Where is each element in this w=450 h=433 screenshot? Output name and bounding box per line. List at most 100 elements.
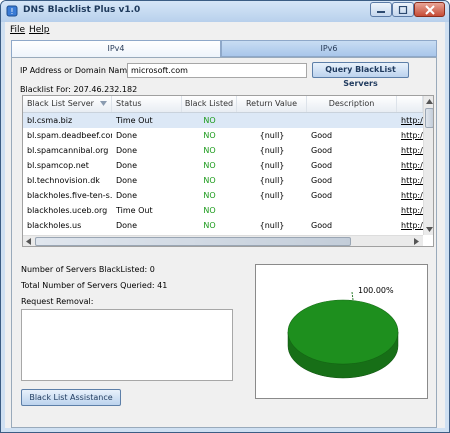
table-row[interactable]: bl.spam.deadbeef.com Done NO {null} Good http… [23, 128, 423, 143]
maximize-button[interactable] [392, 2, 414, 17]
table-row[interactable]: blackholes.us Done NO {null} Good http:// [23, 218, 423, 233]
query-blacklist-button[interactable]: Query BlackList Servers [312, 62, 409, 88]
cell-ret: {null} [259, 191, 285, 200]
servers-queried-count: Total Number of Servers Queried: 41 [21, 281, 168, 290]
blacklist-pie-chart: 100.00% [255, 264, 428, 399]
cell-status: Done [116, 191, 138, 200]
column-header-server[interactable]: Black List Server [23, 96, 112, 112]
cell-ret: {null} [259, 146, 285, 155]
cell-desc: Good [311, 221, 333, 230]
cell-desc: Good [311, 146, 333, 155]
cell-listed: NO [203, 221, 216, 230]
app-window: ! DNS Blacklist Plus v1.0 File Help IPv4… [0, 0, 450, 433]
vertical-scroll-thumb[interactable] [425, 108, 433, 128]
cell-ret: {null} [259, 221, 285, 230]
minimize-button[interactable] [370, 2, 392, 17]
horizontal-scroll-thumb[interactable] [35, 237, 351, 246]
table-row[interactable]: bl.csma.biz Time Out NO http:// [23, 113, 423, 128]
column-header-black-listed[interactable]: Black Listed [182, 96, 237, 112]
cell-desc: Good [311, 131, 333, 140]
cell-status: Time Out [116, 206, 153, 215]
cell-link[interactable]: http:// [397, 188, 423, 203]
scroll-left-icon[interactable] [26, 238, 31, 245]
cell-server: bl.spamcannibal.org [27, 146, 109, 155]
blacklist-for-label: Blacklist For: 207.46.232.182 [20, 85, 138, 94]
tab-ipv6[interactable]: IPv6 [221, 40, 437, 57]
cell-status: Time Out [116, 116, 153, 125]
pie-label-leader [351, 291, 354, 301]
cell-link[interactable]: http:// [397, 158, 423, 173]
cell-listed: NO [203, 161, 216, 170]
app-icon: ! [6, 5, 18, 17]
cell-link[interactable]: http:// [397, 113, 423, 128]
cell-desc: Good [311, 161, 333, 170]
pie-chart-svg: 100.00% [287, 286, 399, 379]
column-header-link[interactable] [397, 96, 423, 112]
cell-listed: NO [203, 116, 216, 125]
menu-bar: File Help [5, 22, 445, 38]
ip-label: IP Address or Domain Name : [20, 66, 138, 75]
servers-blacklisted-count: Number of Servers BlackListed: 0 [21, 265, 155, 274]
horizontal-scrollbar[interactable] [23, 235, 423, 246]
close-icon [424, 4, 435, 15]
cell-server: bl.spam.deadbeef.com [27, 131, 112, 140]
filter-icon [100, 101, 107, 106]
cell-desc [307, 203, 397, 218]
scroll-down-icon[interactable] [426, 227, 433, 232]
table-row[interactable]: bl.spamcop.net Done NO {null} Good http:// [23, 158, 423, 173]
column-header-description[interactable]: Description [307, 96, 397, 112]
cell-status: Done [116, 176, 138, 185]
cell-link[interactable]: http:// [397, 218, 423, 233]
minimize-icon [377, 10, 385, 13]
results-grid[interactable]: Black List Server Status Black Listed Re… [22, 95, 434, 247]
cell-ret: {null} [259, 131, 285, 140]
cell-desc: Good [311, 191, 333, 200]
cell-listed: NO [203, 146, 216, 155]
svg-text:!: ! [10, 7, 13, 16]
cell-server: bl.technovision.dk [27, 176, 100, 185]
cell-server: bl.csma.biz [27, 116, 73, 125]
menu-file[interactable]: File [10, 25, 25, 35]
black-list-assistance-button[interactable]: Black List Assistance [21, 389, 121, 406]
request-removal-textarea[interactable] [21, 309, 233, 381]
cell-link[interactable]: http:// [397, 173, 423, 188]
close-button[interactable] [414, 2, 445, 17]
vertical-scrollbar[interactable] [423, 96, 433, 235]
cell-link[interactable]: http:// [397, 143, 423, 158]
pie-slice [287, 299, 399, 365]
scroll-right-icon[interactable] [414, 238, 419, 245]
cell-ret: {null} [259, 161, 285, 170]
tab-strip: IPv4 IPv6 [11, 40, 437, 58]
cell-server: blackholes.us [27, 221, 82, 230]
cell-status: Done [116, 131, 138, 140]
cell-server: blackholes.uceb.org [27, 206, 108, 215]
cell-status: Done [116, 161, 138, 170]
tab-ipv4[interactable]: IPv4 [11, 40, 221, 57]
pie-data-label: 100.00% [358, 286, 394, 295]
cell-listed: NO [203, 131, 216, 140]
client-area: File Help IPv4 IPv6 IP Address or Domain… [5, 22, 445, 428]
table-row[interactable]: bl.technovision.dk Done NO {null} Good http:/… [23, 173, 423, 188]
scroll-up-icon[interactable] [426, 99, 433, 104]
cell-desc: Good [311, 176, 333, 185]
title-bar[interactable]: ! DNS Blacklist Plus v1.0 [1, 1, 449, 22]
cell-listed: NO [203, 176, 216, 185]
table-row[interactable]: blackholes.five-ten-s... Done NO {null} Good… [23, 188, 423, 203]
request-removal-label: Request Removal: [21, 297, 94, 306]
cell-server: blackholes.five-ten-s... [27, 191, 112, 200]
menu-help[interactable]: Help [29, 25, 50, 35]
ip-domain-input[interactable]: microsoft.com [127, 63, 307, 78]
column-header-status[interactable]: Status [112, 96, 182, 112]
cell-server: bl.spamcop.net [27, 161, 89, 170]
table-row[interactable]: bl.spamcannibal.org Done NO {null} Good http:… [23, 143, 423, 158]
grid-header: Black List Server Status Black Listed Re… [23, 96, 423, 113]
cell-desc [307, 113, 397, 128]
cell-listed: NO [203, 206, 216, 215]
column-header-return-value[interactable]: Return Value [237, 96, 307, 112]
cell-link[interactable]: http:// [397, 203, 423, 218]
cell-status: Done [116, 221, 138, 230]
table-row[interactable]: blackholes.uceb.org Time Out NO http:// [23, 203, 423, 218]
cell-link[interactable]: http:// [397, 128, 423, 143]
cell-ret [237, 113, 307, 128]
cell-ret: {null} [259, 176, 285, 185]
